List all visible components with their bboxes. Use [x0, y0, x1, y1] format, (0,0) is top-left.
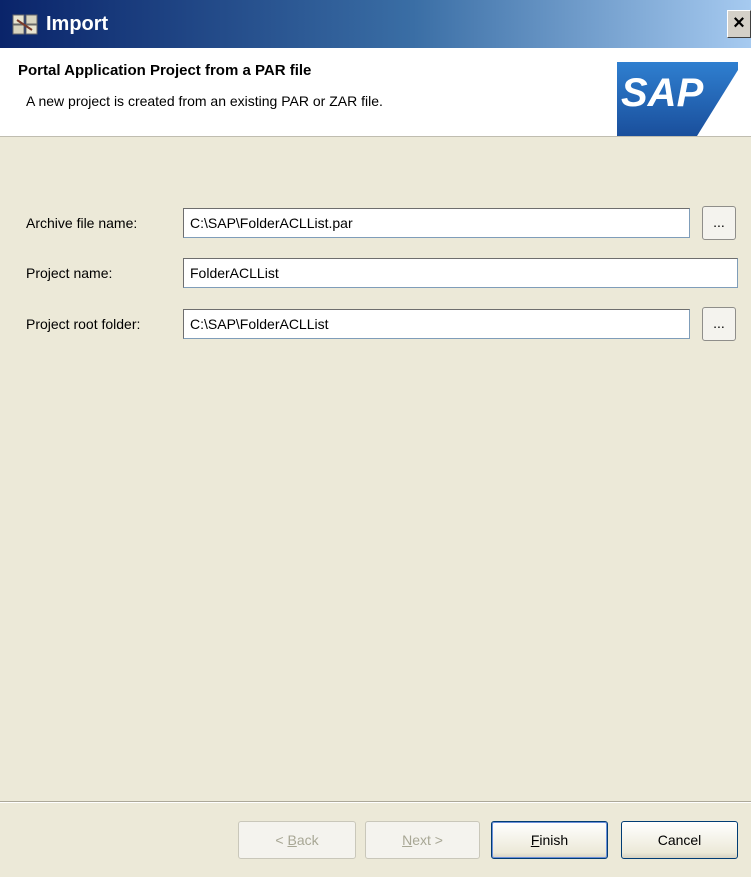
sap-logo: SAP [617, 62, 738, 136]
project-root-row: Project root folder: ... [0, 307, 751, 341]
next-label-rest: ext > [412, 832, 443, 848]
sap-logo-text: SAP [621, 71, 704, 115]
back-mnemonic: B [287, 832, 297, 848]
archive-row: Archive file name: ... [0, 206, 751, 240]
title-bar: Import × [0, 0, 751, 48]
archive-file-input[interactable] [183, 208, 690, 238]
window-title: Import [46, 13, 109, 35]
wizard-header: Portal Application Project from a PAR fi… [0, 48, 751, 137]
back-prefix: < [275, 832, 288, 848]
cancel-button[interactable]: Cancel [621, 821, 738, 859]
close-button[interactable]: × [727, 10, 751, 38]
project-root-browse-button[interactable]: ... [702, 307, 736, 341]
page-description: A new project is created from an existin… [26, 93, 383, 109]
button-bar-separator [0, 801, 751, 803]
back-button[interactable]: < Back [238, 821, 356, 859]
next-mnemonic: N [402, 832, 413, 848]
archive-browse-button[interactable]: ... [702, 206, 736, 240]
close-icon: × [733, 12, 745, 34]
project-name-label: Project name: [26, 265, 113, 281]
import-wizard-icon [12, 14, 38, 35]
archive-label: Archive file name: [26, 215, 138, 231]
finish-label-rest: inish [539, 832, 569, 848]
next-button[interactable]: Next > [365, 821, 480, 859]
project-name-input[interactable] [183, 258, 738, 288]
project-root-input[interactable] [183, 309, 690, 339]
page-title: Portal Application Project from a PAR fi… [18, 62, 312, 79]
project-name-row: Project name: [0, 258, 751, 288]
project-root-label: Project root folder: [26, 316, 141, 332]
import-dialog: Import × Portal Application Project from… [0, 0, 751, 877]
finish-button[interactable]: Finish [491, 821, 608, 859]
back-label-rest: ack [296, 832, 319, 848]
